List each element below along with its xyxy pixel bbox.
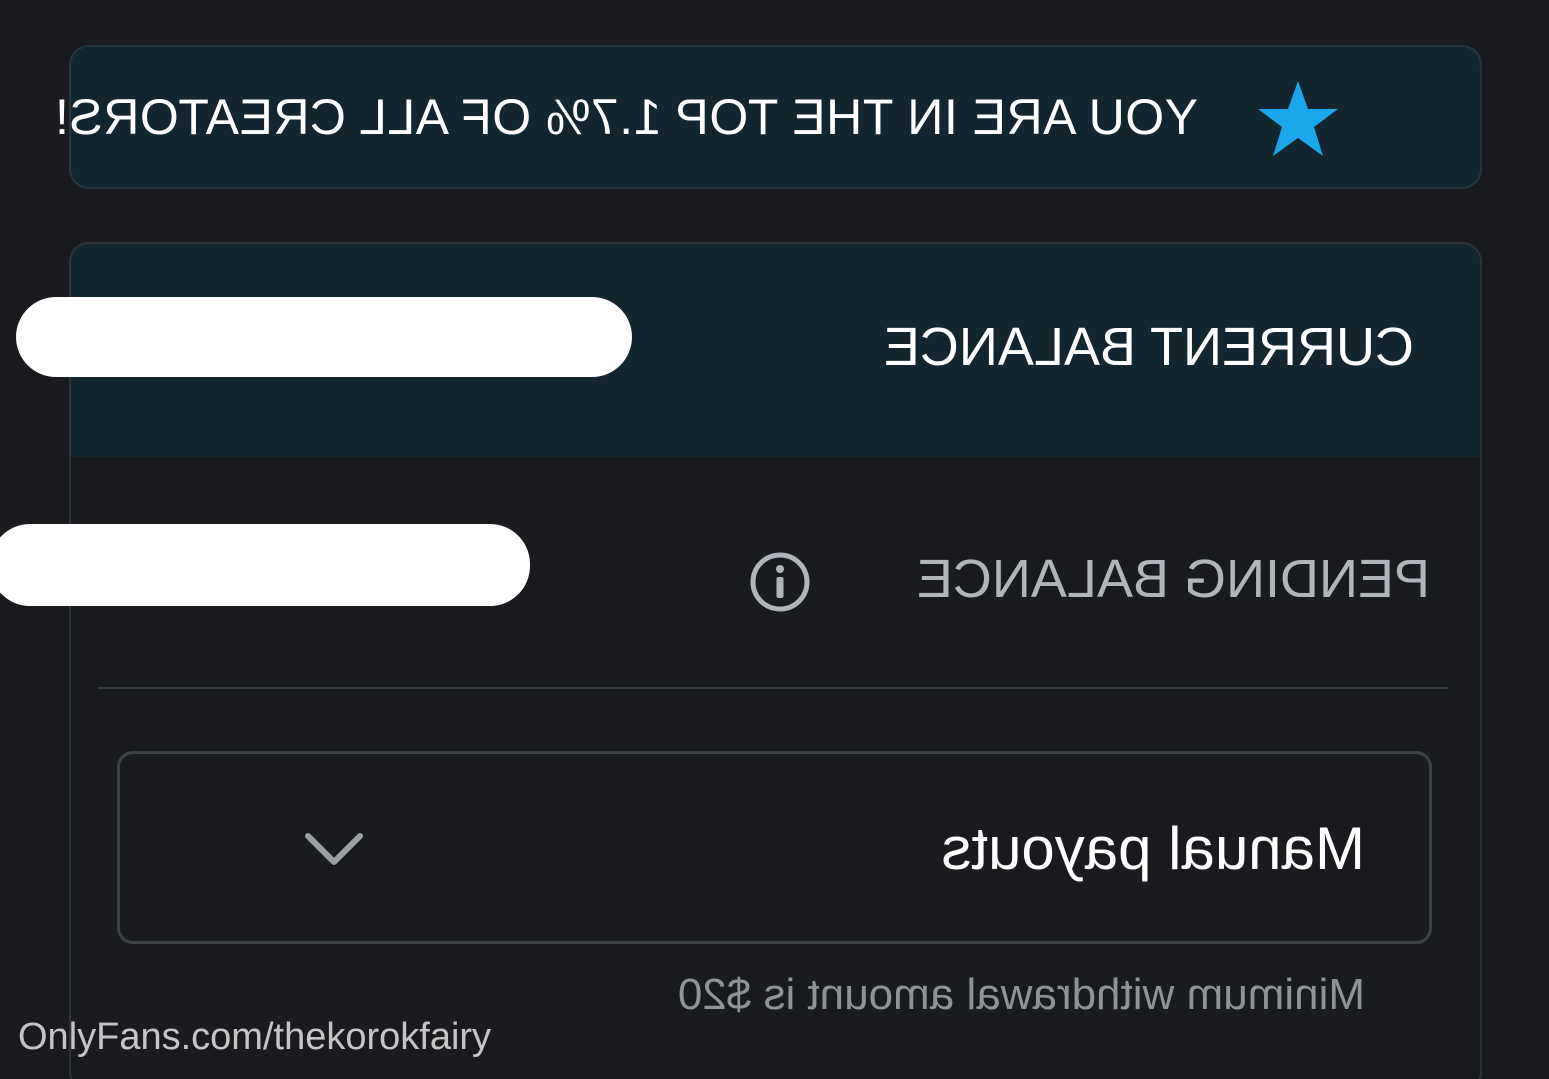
redaction-mark	[16, 297, 632, 377]
watermark: OnlyFans.com/thekorokfairy	[18, 1016, 492, 1058]
info-icon[interactable]	[748, 550, 812, 614]
payout-method-select[interactable]: Manual payouts	[117, 751, 1432, 944]
creator-rank-banner: YOU ARE IN THE TOP 1.7% OF ALL CREATORS!	[54, 45, 1482, 189]
star-icon	[1256, 79, 1340, 159]
banner-text: YOU ARE IN THE TOP 1.7% OF ALL CREATORS!	[54, 89, 1198, 145]
current-balance-label: CURRENT BALANCE	[883, 317, 1414, 377]
pending-balance-label: PENDING BALANCE	[916, 549, 1430, 609]
minimum-withdrawal-note: Minimum withdrawal amount is $20	[677, 970, 1365, 1019]
payout-method-value: Manual payouts	[941, 815, 1365, 882]
divider	[98, 687, 1448, 689]
redaction-mark	[0, 524, 530, 606]
chevron-down-icon[interactable]	[302, 820, 366, 876]
